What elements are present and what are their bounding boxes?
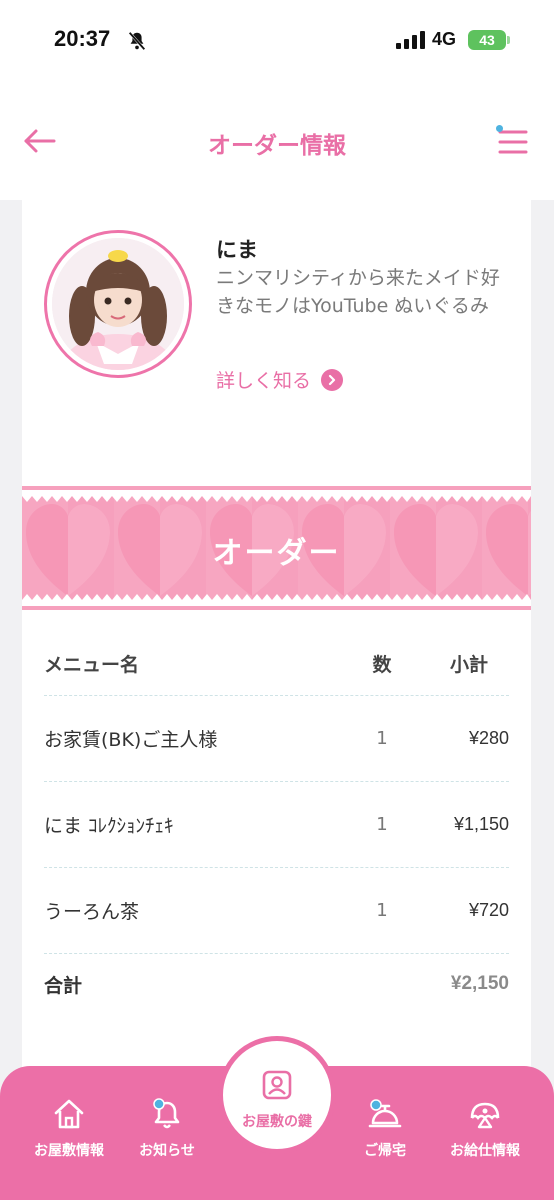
order-card: にま ニンマリシティから来たメイド好きなモノはYouTube ぬいぐるみ 詳しく… bbox=[22, 200, 531, 1080]
item-subtotal: ¥720 bbox=[468, 900, 509, 920]
maid-headdress-icon bbox=[470, 1102, 500, 1129]
table-row: にま ｺﾚｸｼｮﾝﾁｪｷ 1 ¥1,150 bbox=[44, 782, 509, 868]
table-row: お家賃(BK)ご主人様 1 ¥280 bbox=[44, 696, 509, 782]
chevron-right-icon bbox=[321, 368, 344, 391]
learn-more-link[interactable]: 詳しく知る bbox=[216, 366, 344, 393]
maid-portrait bbox=[52, 238, 184, 370]
item-name: お家賃(BK)ご主人様 bbox=[44, 729, 218, 751]
nav-service-info[interactable]: お給仕情報 bbox=[430, 1096, 540, 1160]
total-value: ¥2,150 bbox=[450, 973, 509, 994]
nav-label: お給仕情報 bbox=[450, 1143, 520, 1159]
learn-more-label: 詳しく知る bbox=[216, 370, 312, 392]
maid-name: にま bbox=[216, 238, 258, 262]
item-subtotal: ¥280 bbox=[468, 728, 509, 748]
house-icon bbox=[54, 1099, 84, 1129]
item-name: にま ｺﾚｸｼｮﾝﾁｪｷ bbox=[44, 815, 174, 837]
battery-tip bbox=[507, 36, 510, 44]
app-header: オーダー情報 bbox=[0, 90, 554, 200]
battery-icon: 43 bbox=[468, 30, 506, 50]
nav-label: お知らせ bbox=[139, 1143, 195, 1159]
nav-mansion-info[interactable]: お屋敷情報 bbox=[14, 1096, 124, 1160]
total-row: 合計 ¥2,150 bbox=[44, 954, 509, 1014]
order-table: メニュー名 数 小計 お家賃(BK)ご主人様 1 ¥280 にま ｺﾚｸｼｮﾝﾁ… bbox=[44, 632, 509, 1014]
header-menu-name: メニュー名 bbox=[44, 654, 140, 676]
nav-notices[interactable]: お知らせ bbox=[112, 1096, 222, 1160]
signal-icon bbox=[396, 31, 425, 49]
item-qty: 1 bbox=[376, 728, 388, 749]
nav-return-home[interactable]: ご帰宅 bbox=[330, 1096, 440, 1160]
table-header: メニュー名 数 小計 bbox=[44, 632, 509, 696]
key-card-icon bbox=[262, 1070, 292, 1100]
nav-label: お屋敷情報 bbox=[34, 1143, 104, 1159]
nav-label: ご帰宅 bbox=[364, 1143, 406, 1159]
header-qty: 数 bbox=[372, 654, 392, 676]
service-bell-icon bbox=[368, 1099, 402, 1128]
maid-avatar[interactable] bbox=[44, 230, 192, 378]
total-label: 合計 bbox=[44, 974, 83, 997]
maid-description: ニンマリシティから来たメイド好きなモノはYouTube ぬいぐるみ bbox=[216, 267, 500, 317]
page-title: オーダー情報 bbox=[208, 133, 346, 159]
status-time: 20:37 bbox=[54, 26, 111, 51]
item-subtotal: ¥1,150 bbox=[453, 814, 509, 834]
header-subtotal: 小計 bbox=[449, 654, 488, 676]
item-name: うーろん茶 bbox=[44, 901, 140, 923]
banner-title: オーダー bbox=[212, 536, 341, 571]
bell-muted-icon bbox=[128, 31, 146, 51]
item-qty: 1 bbox=[376, 814, 388, 835]
status-bar: 20:37 4G 43 bbox=[0, 0, 554, 90]
nav-mansion-key[interactable]: お屋敷の鍵 bbox=[218, 1036, 336, 1154]
notification-dot bbox=[496, 125, 503, 132]
item-qty: 1 bbox=[376, 900, 388, 921]
table-row: うーろん茶 1 ¥720 bbox=[44, 868, 509, 954]
nav-label: お屋敷の鍵 bbox=[242, 1114, 312, 1130]
network-type: 4G bbox=[432, 29, 457, 49]
bell-icon bbox=[153, 1098, 180, 1129]
